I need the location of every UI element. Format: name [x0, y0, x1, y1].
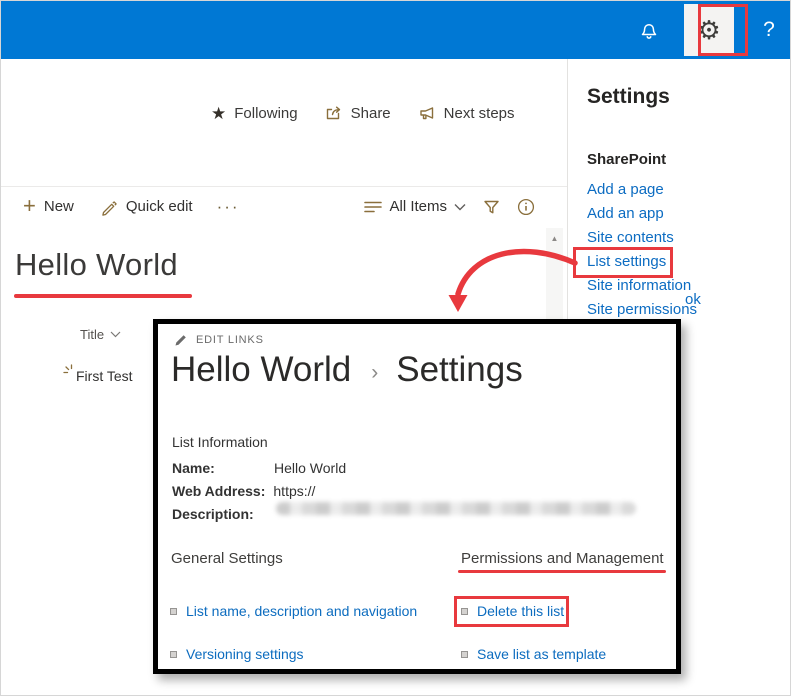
- panel-link-site-contents[interactable]: Site contents: [587, 226, 791, 250]
- following-label: Following: [234, 105, 297, 122]
- breadcrumb-page-name: Settings: [396, 350, 522, 390]
- square-bullet-icon: [170, 651, 177, 658]
- filter-button[interactable]: [482, 198, 501, 216]
- link-label: Delete this list: [477, 603, 564, 619]
- column-title-label: Title: [80, 327, 104, 342]
- edit-links-button[interactable]: EDIT LINKS: [174, 333, 264, 347]
- panel-link-add-a-page[interactable]: Add a page: [587, 178, 791, 202]
- square-bullet-icon: [170, 608, 177, 615]
- row-title-label: First Test: [76, 368, 133, 384]
- share-label: Share: [351, 105, 391, 122]
- settings-panel-title: Settings: [587, 85, 791, 109]
- link-versioning-settings[interactable]: Versioning settings: [170, 646, 304, 662]
- plus-icon: +: [23, 195, 36, 217]
- more-commands-button[interactable]: ···: [211, 197, 246, 217]
- breadcrumb-list-name[interactable]: Hello World: [171, 350, 351, 390]
- list-information-heading: List Information: [172, 434, 268, 450]
- next-steps-button[interactable]: Next steps: [417, 104, 515, 122]
- quick-edit-button[interactable]: Quick edit: [92, 198, 201, 216]
- edit-links-label: EDIT LINKS: [196, 334, 264, 346]
- column-chevron-icon: [110, 331, 121, 338]
- star-icon: ★: [211, 105, 226, 122]
- suite-bar: ⚙ ?: [1, 1, 791, 59]
- annotation-underline-hello-world: [14, 294, 192, 298]
- name-label: Name:: [172, 460, 274, 476]
- page-actions: ★ Following Share Next steps: [211, 100, 515, 126]
- description-label: Description:: [172, 506, 274, 522]
- megaphone-icon: [417, 104, 436, 122]
- bell-icon: [638, 19, 660, 41]
- change-the-look-link-fragment[interactable]: ok: [685, 291, 701, 308]
- permissions-management-heading: Permissions and Management: [461, 550, 664, 567]
- settings-breadcrumb: Hello World › Settings: [171, 350, 523, 390]
- share-icon: [324, 104, 343, 122]
- list-settings-popup: EDIT LINKS Hello World › Settings List I…: [153, 319, 681, 674]
- share-button[interactable]: Share: [324, 104, 391, 122]
- web-address-redacted-blur: [276, 502, 636, 515]
- link-label: Save list as template: [477, 646, 606, 662]
- next-steps-label: Next steps: [444, 105, 515, 122]
- web-address-value: https://: [273, 483, 676, 515]
- panel-link-add-an-app[interactable]: Add an app: [587, 202, 791, 226]
- following-button[interactable]: ★ Following: [211, 105, 298, 122]
- square-bullet-icon: [461, 608, 468, 615]
- list-row-first-test[interactable]: First Test: [63, 368, 133, 384]
- new-button[interactable]: + New: [15, 197, 82, 217]
- new-item-sparkle-icon: [63, 364, 74, 375]
- list-title: Hello World: [15, 247, 178, 283]
- help-button[interactable]: ?: [746, 1, 791, 59]
- quick-edit-label: Quick edit: [126, 198, 193, 215]
- column-header-title[interactable]: Title: [80, 327, 121, 342]
- new-label: New: [44, 198, 74, 215]
- link-list-name-description-navigation[interactable]: List name, description and navigation: [170, 603, 417, 619]
- info-button[interactable]: [517, 198, 535, 216]
- view-list-icon: [364, 200, 382, 214]
- scroll-up-arrow-icon[interactable]: ▲: [551, 234, 559, 321]
- breadcrumb-chevron-icon: ›: [371, 361, 378, 385]
- notifications-button[interactable]: [626, 1, 672, 59]
- chevron-down-icon: [454, 203, 466, 211]
- panel-link-list-settings[interactable]: List settings: [587, 250, 791, 274]
- pencil-icon: [100, 198, 118, 216]
- info-row-name: Name: Hello World: [172, 460, 346, 476]
- view-name-label: All Items: [389, 198, 447, 215]
- command-bar: + New Quick edit ···: [1, 186, 567, 226]
- link-label: Versioning settings: [186, 646, 304, 662]
- name-value: Hello World: [274, 460, 346, 476]
- help-question-icon: ?: [763, 18, 775, 42]
- sharepoint-screenshot: ⚙ ? Settings SharePoint Add a page Add a…: [0, 0, 791, 696]
- settings-gear-button[interactable]: ⚙: [684, 4, 734, 56]
- settings-panel-section-sharepoint: SharePoint: [587, 151, 791, 168]
- link-label: List name, description and navigation: [186, 603, 417, 619]
- edit-links-pencil-icon: [174, 333, 188, 347]
- view-selector[interactable]: All Items: [364, 198, 466, 215]
- square-bullet-icon: [461, 651, 468, 658]
- info-row-description: Description:: [172, 506, 274, 522]
- general-settings-heading: General Settings: [171, 550, 283, 567]
- gear-icon: ⚙: [697, 17, 720, 43]
- vertical-scrollbar[interactable]: ▲: [546, 228, 563, 321]
- link-save-list-as-template[interactable]: Save list as template: [461, 646, 606, 662]
- link-delete-this-list[interactable]: Delete this list: [461, 603, 564, 619]
